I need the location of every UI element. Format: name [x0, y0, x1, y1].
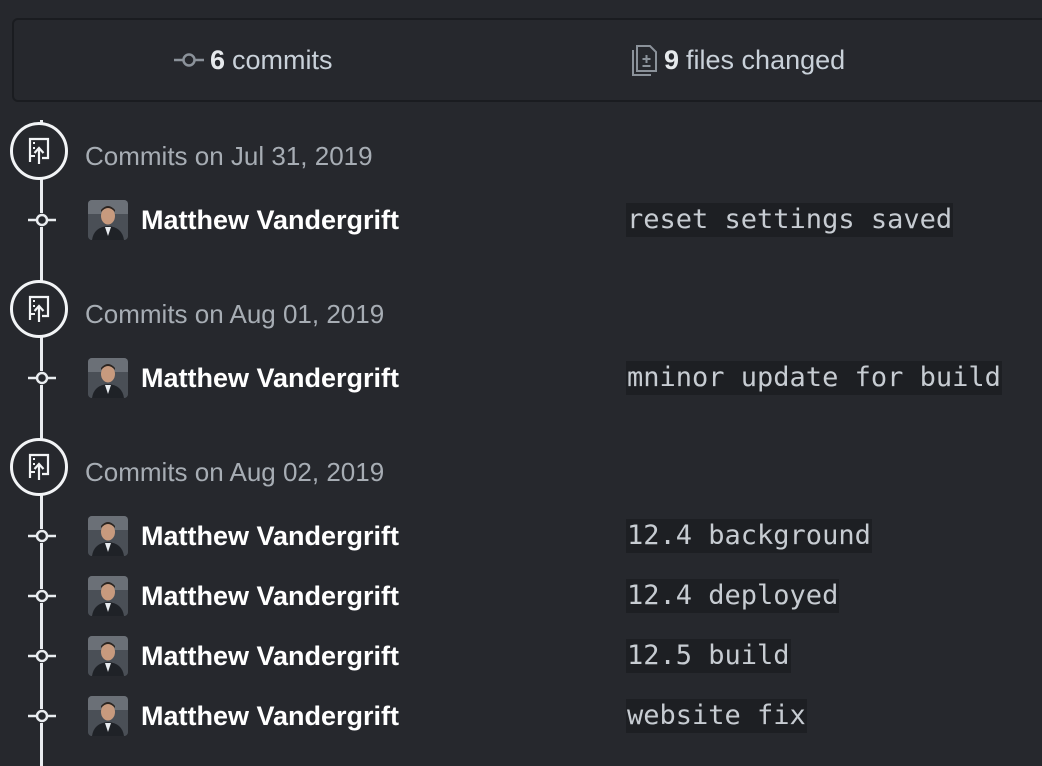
commit-author[interactable]: Matthew Vandergrift — [141, 363, 399, 394]
commit-message[interactable]: reset settings saved — [626, 203, 954, 237]
commit-message[interactable]: 12.4 deployed — [626, 579, 840, 613]
avatar[interactable] — [88, 200, 128, 240]
commit-author[interactable]: Matthew Vandergrift — [141, 701, 399, 732]
avatar[interactable] — [88, 636, 128, 676]
commits-count: 6 — [210, 44, 226, 75]
repo-push-icon — [10, 122, 68, 180]
commit-node-icon — [28, 709, 56, 723]
repo-push-icon — [10, 438, 68, 496]
files-changed-tab[interactable]: 9 files changed — [630, 20, 845, 100]
day-title: Commits on Jul 31, 2019 — [85, 141, 373, 171]
day-title: Commits on Aug 02, 2019 — [85, 457, 385, 487]
commit-message[interactable]: 12.5 build — [626, 639, 791, 673]
summary-bar: 6 commits 9 files changed — [12, 18, 1042, 102]
commit-node-icon — [28, 529, 56, 543]
commit-author[interactable]: Matthew Vandergrift — [141, 641, 399, 672]
commit-message[interactable]: 12.4 background — [626, 519, 872, 553]
commit-author[interactable]: Matthew Vandergrift — [141, 521, 399, 552]
files-label: files changed — [686, 44, 846, 75]
avatar[interactable] — [88, 358, 128, 398]
commit-node-icon — [28, 649, 56, 663]
commit-node-icon — [28, 589, 56, 603]
file-diff-icon — [630, 44, 658, 76]
commits-tab[interactable]: 6 commits — [174, 20, 333, 100]
commit-node-icon — [28, 213, 56, 227]
commit-node-icon — [28, 371, 56, 385]
commit-message[interactable]: website fix — [626, 699, 807, 733]
avatar[interactable] — [88, 516, 128, 556]
day-title: Commits on Aug 01, 2019 — [85, 299, 385, 329]
commit-author[interactable]: Matthew Vandergrift — [141, 205, 399, 236]
files-count: 9 — [664, 44, 680, 75]
avatar[interactable] — [88, 576, 128, 616]
commit-message[interactable]: mninor update for build — [626, 361, 1002, 395]
git-commit-icon — [174, 52, 204, 68]
commits-page: 6 commits 9 files changed Commits on Jul… — [0, 0, 1042, 766]
avatar[interactable] — [88, 696, 128, 736]
repo-push-icon — [10, 280, 68, 338]
commits-label: commits — [232, 44, 333, 75]
commit-author[interactable]: Matthew Vandergrift — [141, 581, 399, 612]
